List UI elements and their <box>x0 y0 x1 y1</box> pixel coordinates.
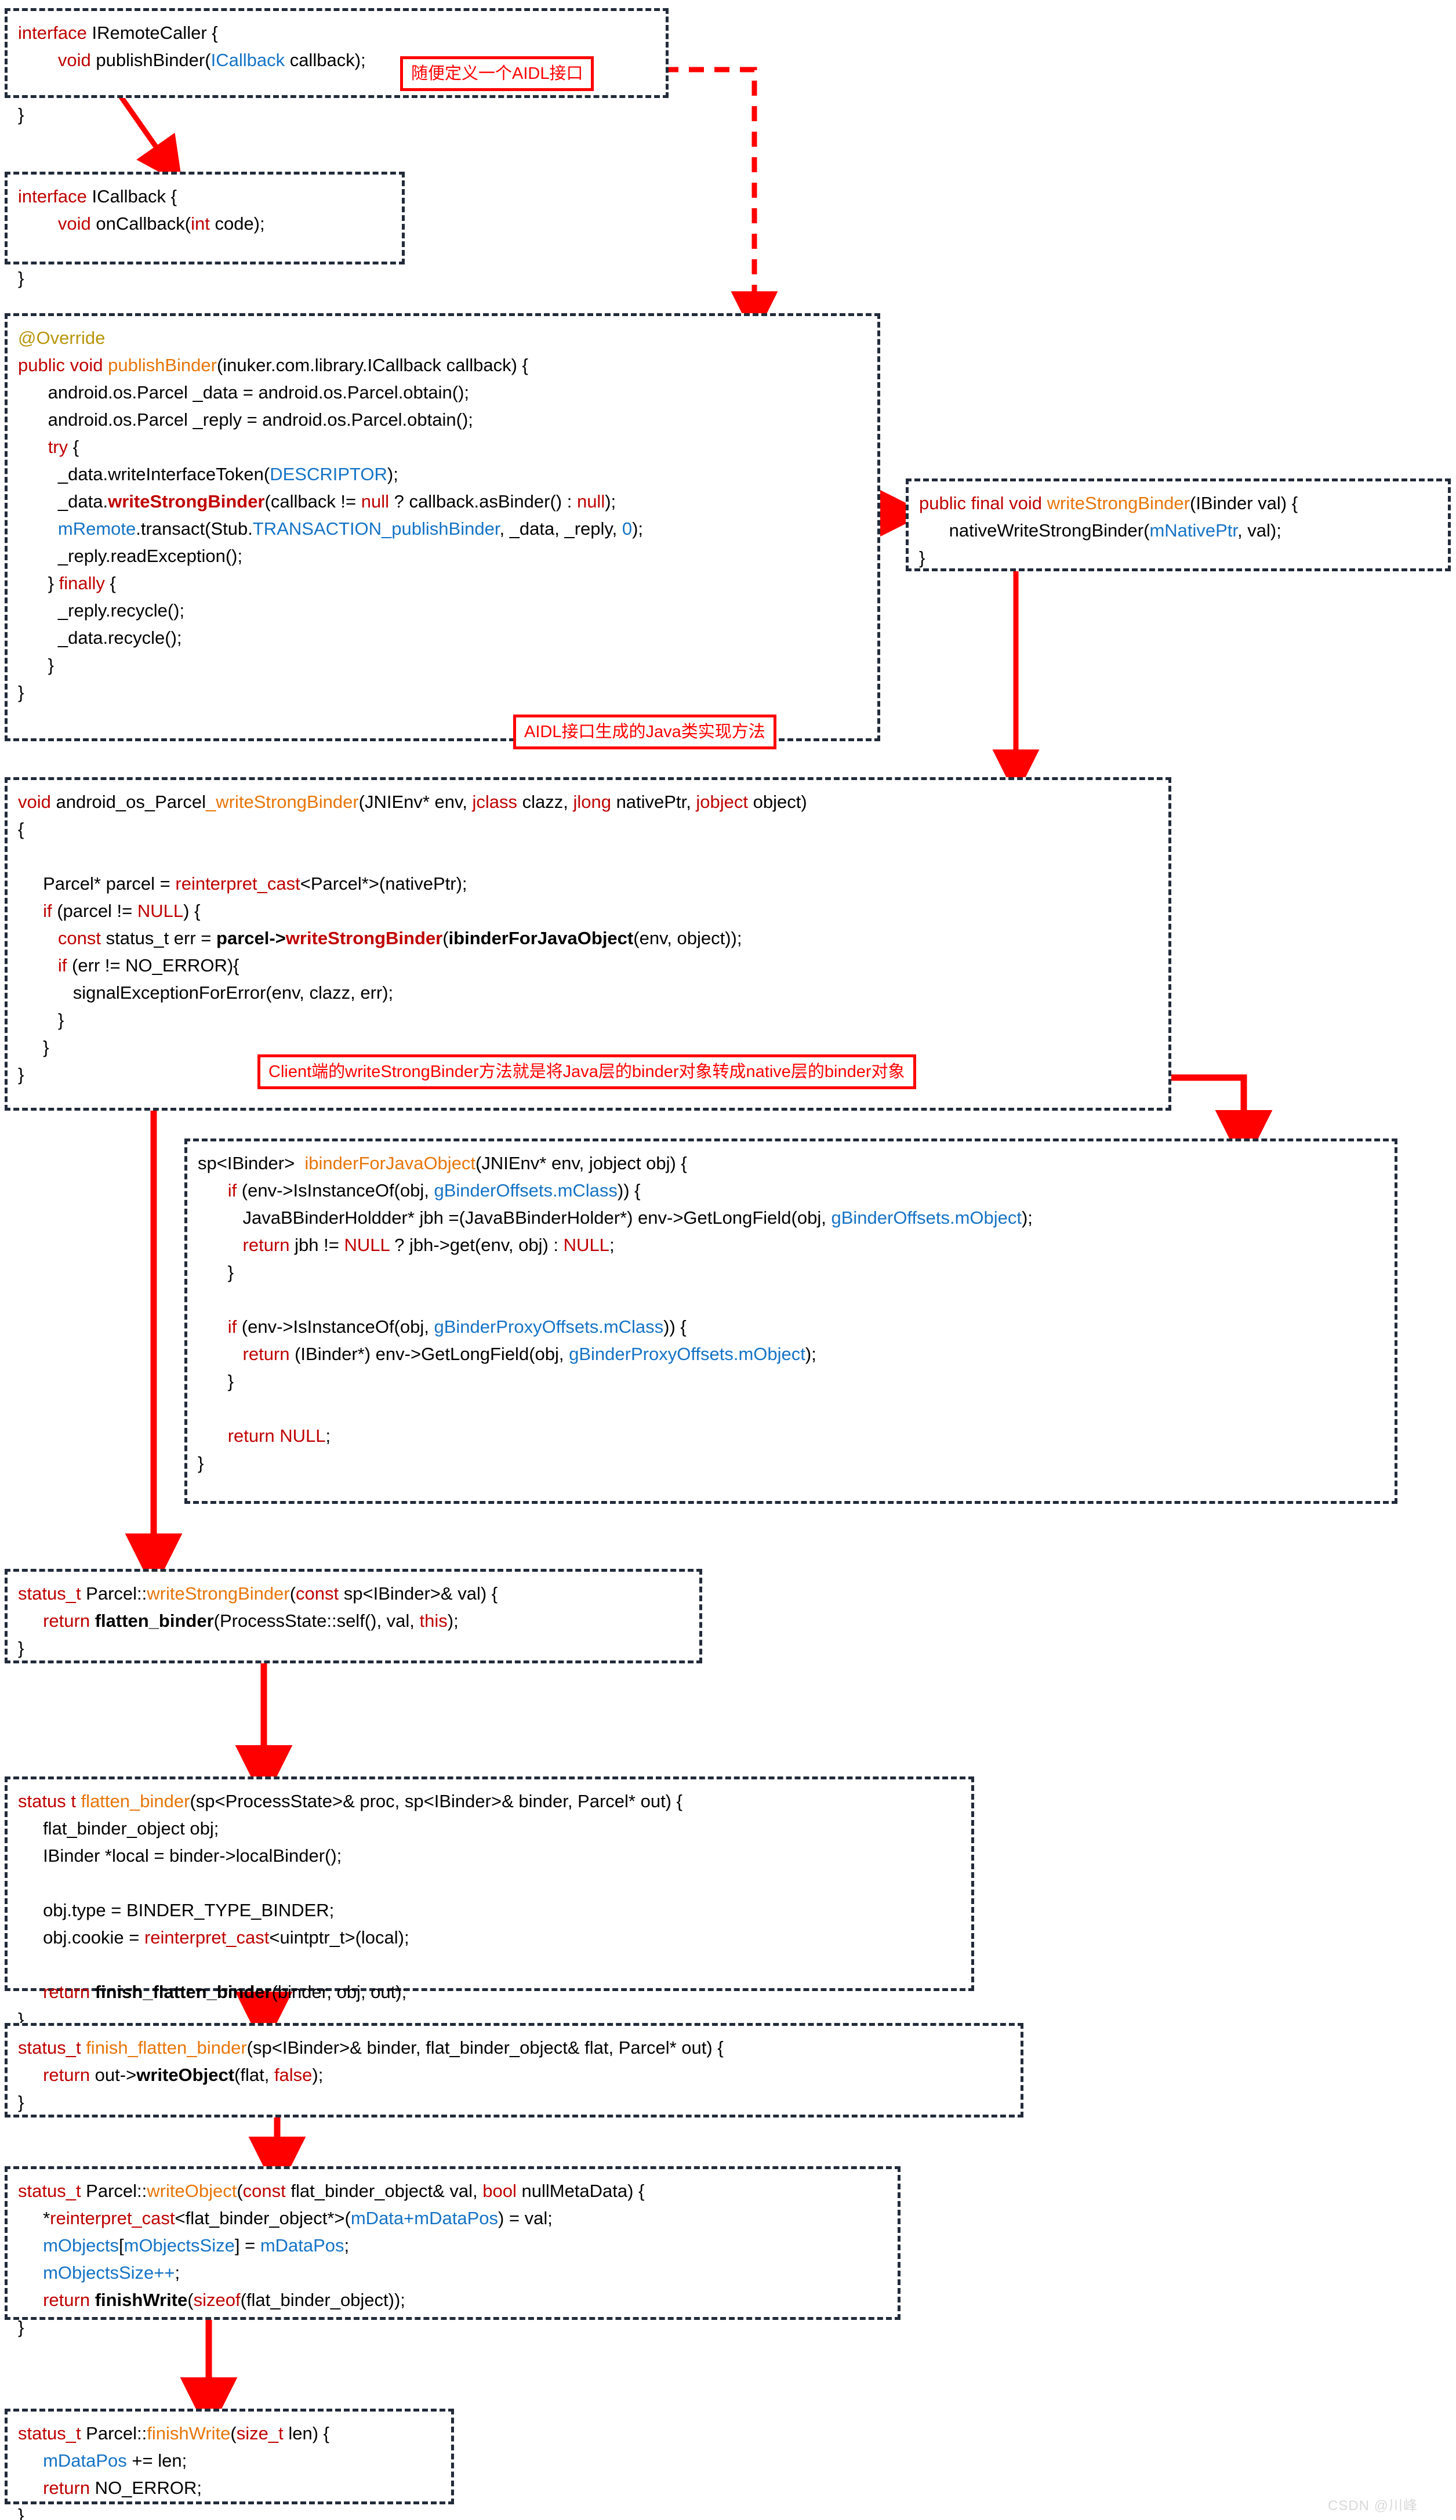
callout-client-writestrongbinder: Client端的writeStrongBinder方法就是将Java层的bind… <box>257 1054 916 1089</box>
code-parcel-finishwrite: status_t Parcel::finishWrite(size_t len)… <box>18 2423 330 2520</box>
code-jni-writestrongbinder: void android_os_Parcel_writeStrongBinder… <box>18 792 807 1085</box>
code-ibinderforjavaobject: sp<IBinder> ibinderForJavaObject(JNIEnv*… <box>198 1153 1033 1473</box>
code-finish-flatten-binder: status_t finish_flatten_binder(sp<IBinde… <box>18 2037 724 2112</box>
box-flatten-binder: status t flatten_binder(sp<ProcessState>… <box>5 1776 974 2029</box>
code-parcel-writestrongbinder-java: public final void writeStrongBinder(IBin… <box>919 493 1298 568</box>
box-icallback: interface ICallback { void onCallback(in… <box>5 172 405 288</box>
callout-generated-java: AIDL接口生成的Java类实现方法 <box>513 715 776 749</box>
box-parcel-finishwrite: status_t Parcel::finishWrite(size_t len)… <box>5 2409 454 2520</box>
box-parcel-writeobject: status_t Parcel::writeObject(const flat_… <box>5 2166 901 2337</box>
callout-aidl-interface: 随便定义一个AIDL接口 <box>400 56 594 91</box>
diagram-canvas: interface IRemoteCaller { void publishBi… <box>0 0 1456 2520</box>
box-finish-flatten-binder: status_t finish_flatten_binder(sp<IBinde… <box>5 2023 1023 2117</box>
code-flatten-binder: status t flatten_binder(sp<ProcessState>… <box>18 1791 682 2029</box>
box-ibinderforjavaobject: sp<IBinder> ibinderForJavaObject(JNIEnv*… <box>184 1138 1397 1504</box>
code-parcel-writestrongbinder-native: status_t Parcel::writeStrongBinder(const… <box>18 1583 498 1658</box>
box-parcel-writestrongbinder-native: status_t Parcel::writeStrongBinder(const… <box>5 1569 702 1663</box>
code-icallback: interface ICallback { void onCallback(in… <box>18 186 265 288</box>
watermark: CSDN @川峰 <box>1328 2498 1418 2514</box>
code-publishbinder-java: @Override public void publishBinder(inuk… <box>18 328 644 702</box>
box-publishbinder-java: @Override public void publishBinder(inuk… <box>5 313 880 741</box>
box-parcel-writestrongbinder-java: public final void writeStrongBinder(IBin… <box>906 478 1451 571</box>
code-parcel-writeobject: status_t Parcel::writeObject(const flat_… <box>18 2181 645 2337</box>
